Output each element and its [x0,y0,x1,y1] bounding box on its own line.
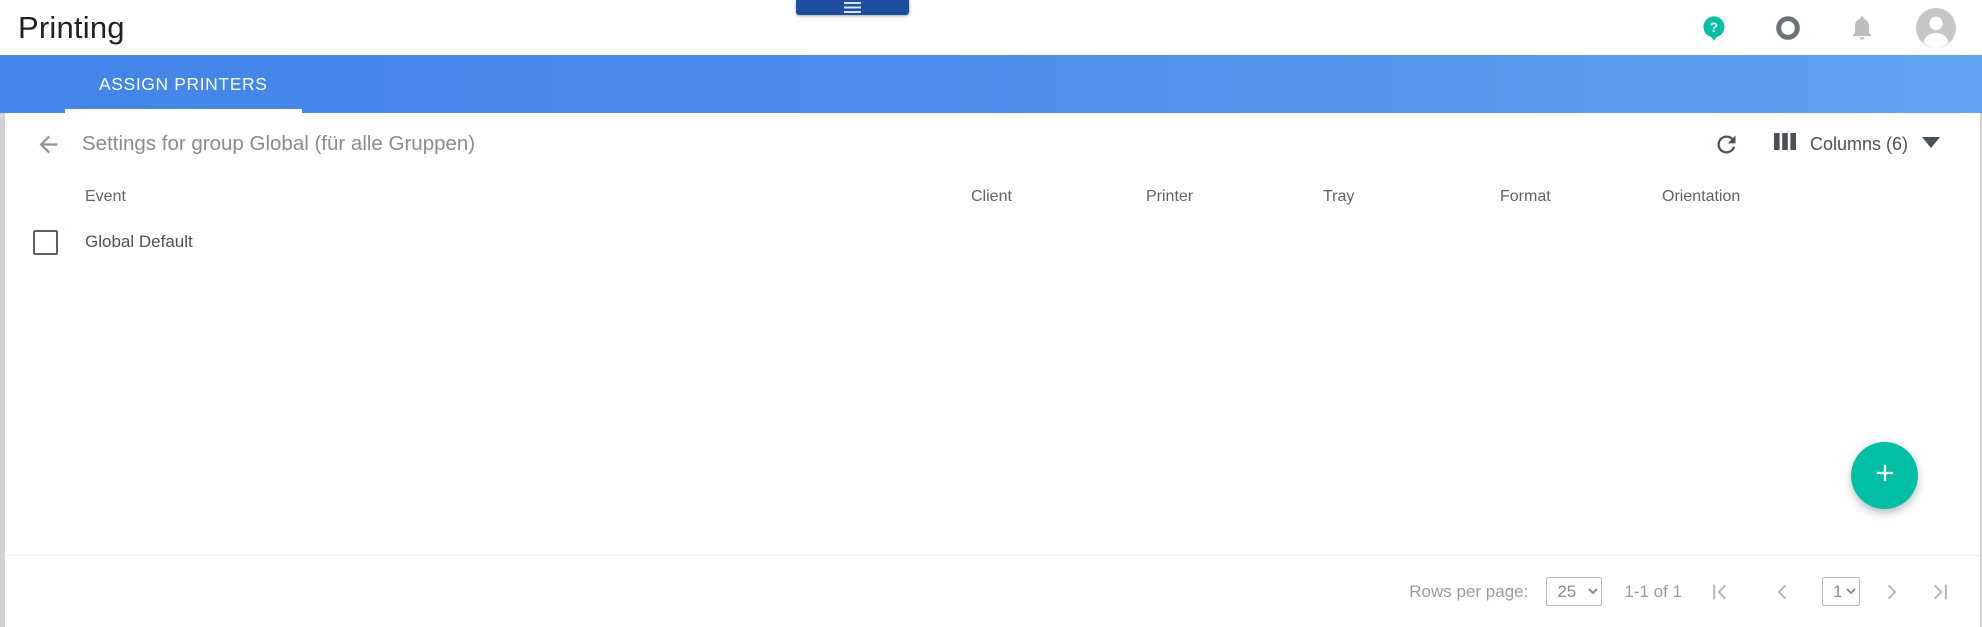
previous-page-icon[interactable] [1762,572,1802,612]
last-page-icon[interactable] [1920,572,1960,612]
page-title: Printing [18,10,125,45]
chevron-down-icon[interactable] [1922,135,1940,153]
appbar-actions: ? [1694,7,1956,48]
refresh-icon[interactable] [1706,123,1748,165]
add-button[interactable] [1851,442,1918,509]
row-select-cell [5,229,85,255]
row-checkbox[interactable] [32,229,58,255]
columns-selector[interactable]: Columns (6) [1773,133,1940,155]
first-page-icon[interactable] [1700,572,1740,612]
next-page-icon[interactable] [1872,572,1912,612]
printers-table: Event Client Printer Tray Format Orienta… [5,175,1980,265]
card-heading: Settings for group Global (für alle Grup… [82,132,476,155]
column-header-event[interactable]: Event [85,188,971,206]
notifications-bell-icon[interactable] [1842,8,1882,48]
app-bar: Printing ? [0,0,1982,55]
cell-event: Global Default [85,232,193,251]
page-number-select[interactable]: 1 [1822,577,1860,606]
svg-text:?: ? [1710,20,1718,35]
help-icon[interactable]: ? [1694,8,1734,48]
back-arrow-icon[interactable] [31,127,65,161]
range-label: 1-1 of 1 [1624,581,1682,601]
status-ring-icon[interactable] [1768,8,1808,48]
column-header-format[interactable]: Format [1500,188,1662,206]
columns-label: Columns (6) [1809,133,1908,154]
rows-per-page-label: Rows per page: [1409,581,1529,601]
column-header-orientation[interactable]: Orientation [1662,188,1980,206]
columns-icon [1773,133,1796,155]
column-header-tray[interactable]: Tray [1323,188,1500,206]
hamburger-menu-icon[interactable] [796,0,909,15]
column-header-client[interactable]: Client [971,188,1146,206]
tab-label: ASSIGN PRINTERS [99,73,268,94]
toolbar-right: Columns (6) [1706,123,1940,165]
paginator: Rows per page: 25 1-1 of 1 1 [1409,556,1960,627]
table-header-row: Event Client Printer Tray Format Orienta… [5,175,1980,219]
tab-assign-printers[interactable]: ASSIGN PRINTERS [65,55,301,113]
plus-icon [1871,459,1899,492]
table-row[interactable]: Global Default [5,219,1980,265]
card-toolbar: Settings for group Global (für alle Grup… [5,113,1980,175]
tab-strip: ASSIGN PRINTERS [0,55,1982,113]
content-card: Settings for group Global (für alle Grup… [0,113,1982,627]
avatar[interactable] [1916,7,1956,48]
column-header-printer[interactable]: Printer [1146,188,1323,206]
rows-per-page-select[interactable]: 25 [1546,577,1603,606]
